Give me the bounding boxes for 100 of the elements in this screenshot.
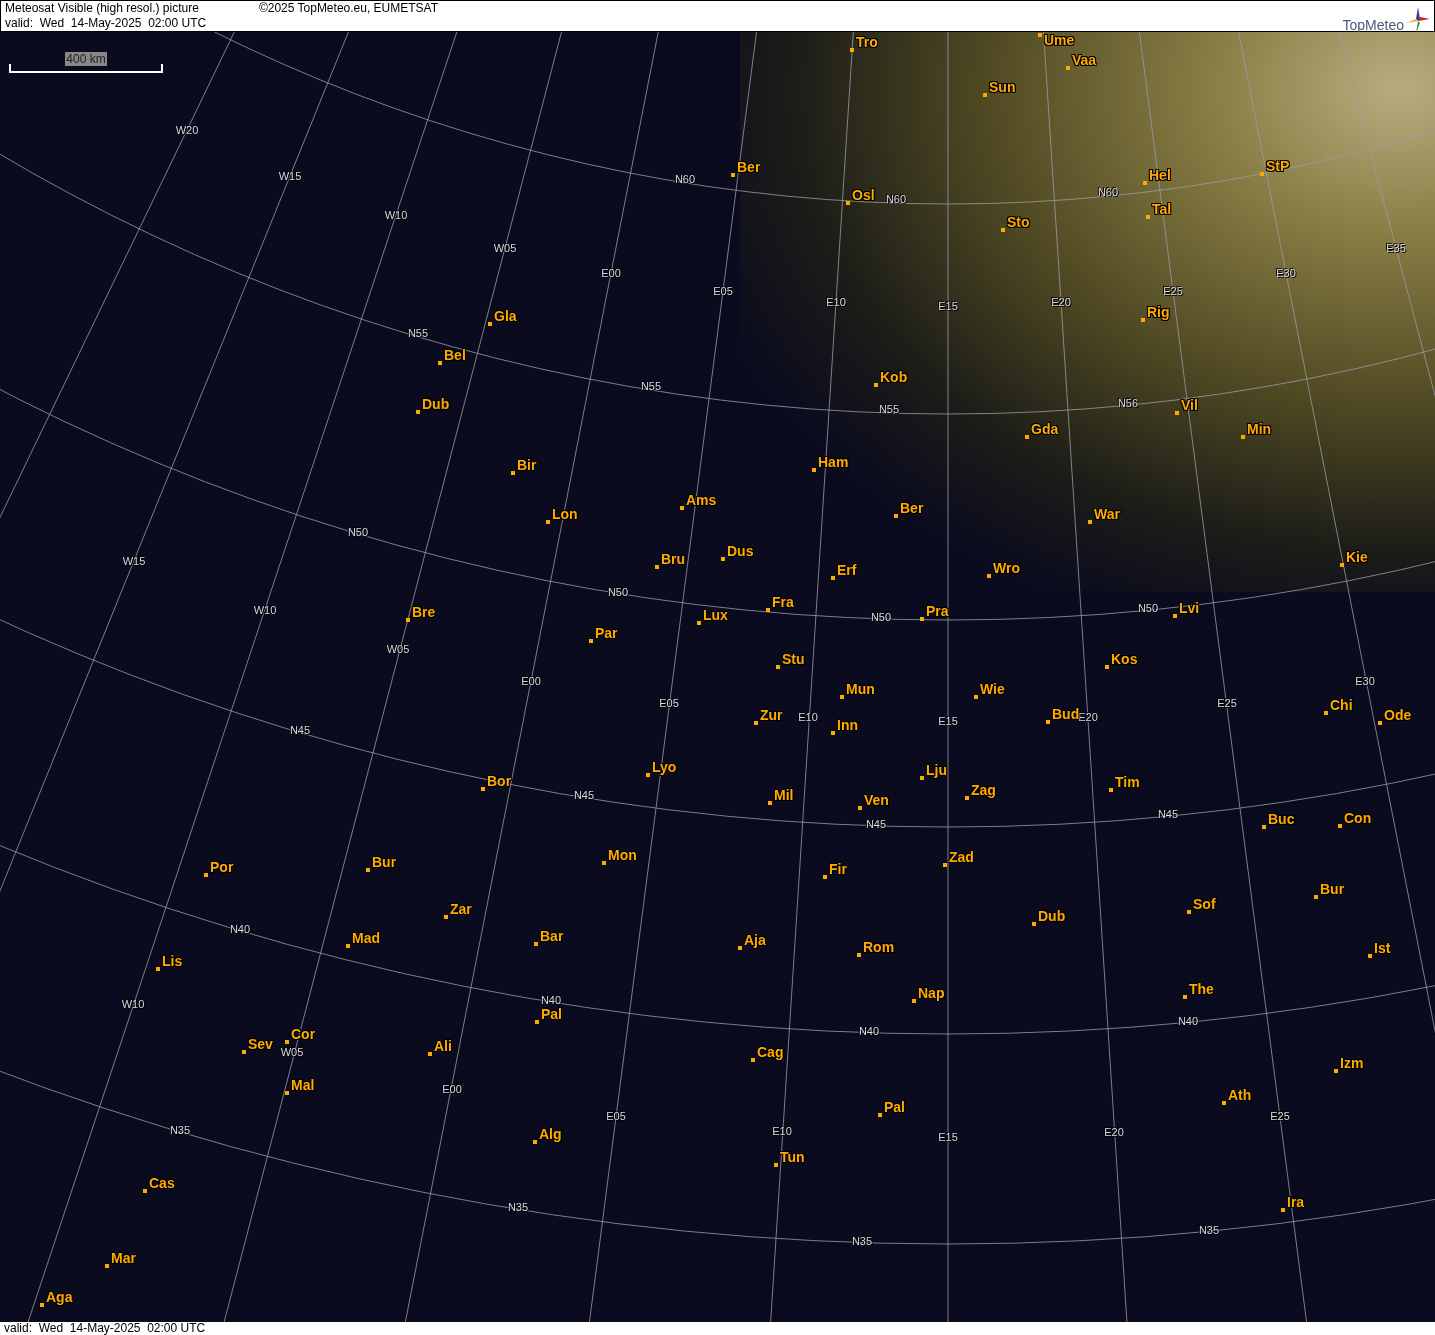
grid-label: N50 xyxy=(1137,602,1159,614)
city-marker-icon xyxy=(1260,172,1264,176)
city-marker-icon xyxy=(444,915,448,919)
grid-label: W05 xyxy=(280,1046,304,1058)
city-marker-icon xyxy=(1032,922,1036,926)
copyright-text: ©2025 TopMeteo.eu, EUMETSAT xyxy=(258,1,439,16)
city-label: Lis xyxy=(162,953,183,969)
city-marker-icon xyxy=(546,520,550,524)
city-label: Bur xyxy=(1320,881,1345,897)
grid-label: E25 xyxy=(1163,285,1183,297)
city-label: Min xyxy=(1247,421,1272,437)
city-label: Cag xyxy=(757,1044,784,1060)
grid-label: E30 xyxy=(1276,267,1296,279)
grid-label: E00 xyxy=(521,675,541,687)
logo-text: TopMeteo xyxy=(1342,17,1404,33)
city-label: Rom xyxy=(863,939,895,955)
city-label: Ira xyxy=(1287,1194,1305,1210)
city-marker-icon xyxy=(602,861,606,865)
city-label: Sto xyxy=(1007,214,1030,230)
city-marker-icon xyxy=(40,1303,44,1307)
city-label: Vaa xyxy=(1072,52,1097,68)
city-label: Zad xyxy=(949,849,974,865)
city-marker-icon xyxy=(874,383,878,387)
grid-label: W15 xyxy=(278,170,302,182)
city-label: Rig xyxy=(1147,304,1170,320)
city-marker-icon xyxy=(1222,1101,1226,1105)
city-label: Pra xyxy=(926,603,949,619)
city-label: Bur xyxy=(372,854,397,870)
city-label: Ode xyxy=(1384,707,1412,723)
city-marker-icon xyxy=(857,953,861,957)
grid-label: E30 xyxy=(1355,675,1375,687)
grid-label: E10 xyxy=(772,1125,792,1137)
city-label: Ist xyxy=(1374,940,1391,956)
city-label: Ber xyxy=(737,159,761,175)
grid-label: E15 xyxy=(938,715,958,727)
city-label: Bor xyxy=(487,773,512,789)
city-label: Ber xyxy=(900,500,924,516)
city-marker-icon xyxy=(589,639,593,643)
city-marker-icon xyxy=(680,506,684,510)
grid-label: N45 xyxy=(1157,808,1179,820)
city-marker-icon xyxy=(846,201,850,205)
city-marker-icon xyxy=(858,806,862,810)
city-marker-icon xyxy=(894,514,898,518)
city-marker-icon xyxy=(1314,895,1318,899)
city-label: Alg xyxy=(539,1126,562,1142)
city-label: Kob xyxy=(880,369,908,385)
grid-label: N35 xyxy=(507,1201,529,1213)
city-marker-icon xyxy=(438,361,442,365)
city-marker-icon xyxy=(965,796,969,800)
city-label: Zur xyxy=(760,707,783,723)
city-marker-icon xyxy=(1173,614,1177,618)
city-label: Zag xyxy=(971,782,996,798)
city-marker-icon xyxy=(1262,825,1266,829)
grid-label: N45 xyxy=(289,724,311,736)
city-label: Aga xyxy=(46,1289,73,1305)
city-marker-icon xyxy=(751,1058,755,1062)
grid-label: E25 xyxy=(1270,1110,1290,1122)
city-label: Mar xyxy=(111,1250,136,1266)
city-label: Con xyxy=(1344,810,1372,826)
city-marker-icon xyxy=(1334,1069,1338,1073)
city-label: Bar xyxy=(540,928,564,944)
city-label: Pal xyxy=(884,1099,905,1115)
grid-label: E05 xyxy=(659,697,679,709)
grid-label: E05 xyxy=(713,285,733,297)
grid-label: W15 xyxy=(122,555,146,567)
city-label: Stu xyxy=(782,651,805,667)
city-marker-icon xyxy=(481,787,485,791)
scale-label: 400 km xyxy=(65,52,107,66)
grid-label: N60 xyxy=(885,193,907,205)
grid-label: N55 xyxy=(640,380,662,392)
city-marker-icon xyxy=(533,1140,537,1144)
grid-label: N40 xyxy=(1177,1015,1199,1027)
grid-label: N55 xyxy=(878,403,900,415)
city-label: Lju xyxy=(926,762,947,778)
city-marker-icon xyxy=(1105,665,1109,669)
logo-star-icon xyxy=(1406,7,1430,33)
city-label: Bel xyxy=(444,347,466,363)
city-label: Kos xyxy=(1111,651,1138,667)
city-label: Lux xyxy=(703,607,728,623)
grid-label: N50 xyxy=(607,586,629,598)
city-label: Wro xyxy=(993,560,1020,576)
city-marker-icon xyxy=(754,721,758,725)
city-label: Izm xyxy=(1340,1055,1364,1071)
city-marker-icon xyxy=(156,967,160,971)
grid-label: N60 xyxy=(674,173,696,185)
city-label: Mon xyxy=(608,847,637,863)
grid-label: E10 xyxy=(798,711,818,723)
city-label: Buc xyxy=(1268,811,1295,827)
city-label: Ali xyxy=(434,1038,452,1054)
grid-label: E20 xyxy=(1104,1126,1124,1138)
city-marker-icon xyxy=(878,1113,882,1117)
city-marker-icon xyxy=(697,621,701,625)
city-marker-icon xyxy=(812,468,816,472)
city-label: Par xyxy=(595,625,618,641)
grid-label: N40 xyxy=(858,1025,880,1037)
city-label: Pal xyxy=(541,1006,562,1022)
city-marker-icon xyxy=(920,617,924,621)
city-marker-icon xyxy=(943,863,947,867)
city-marker-icon xyxy=(1025,435,1029,439)
city-label: Lon xyxy=(552,506,578,522)
